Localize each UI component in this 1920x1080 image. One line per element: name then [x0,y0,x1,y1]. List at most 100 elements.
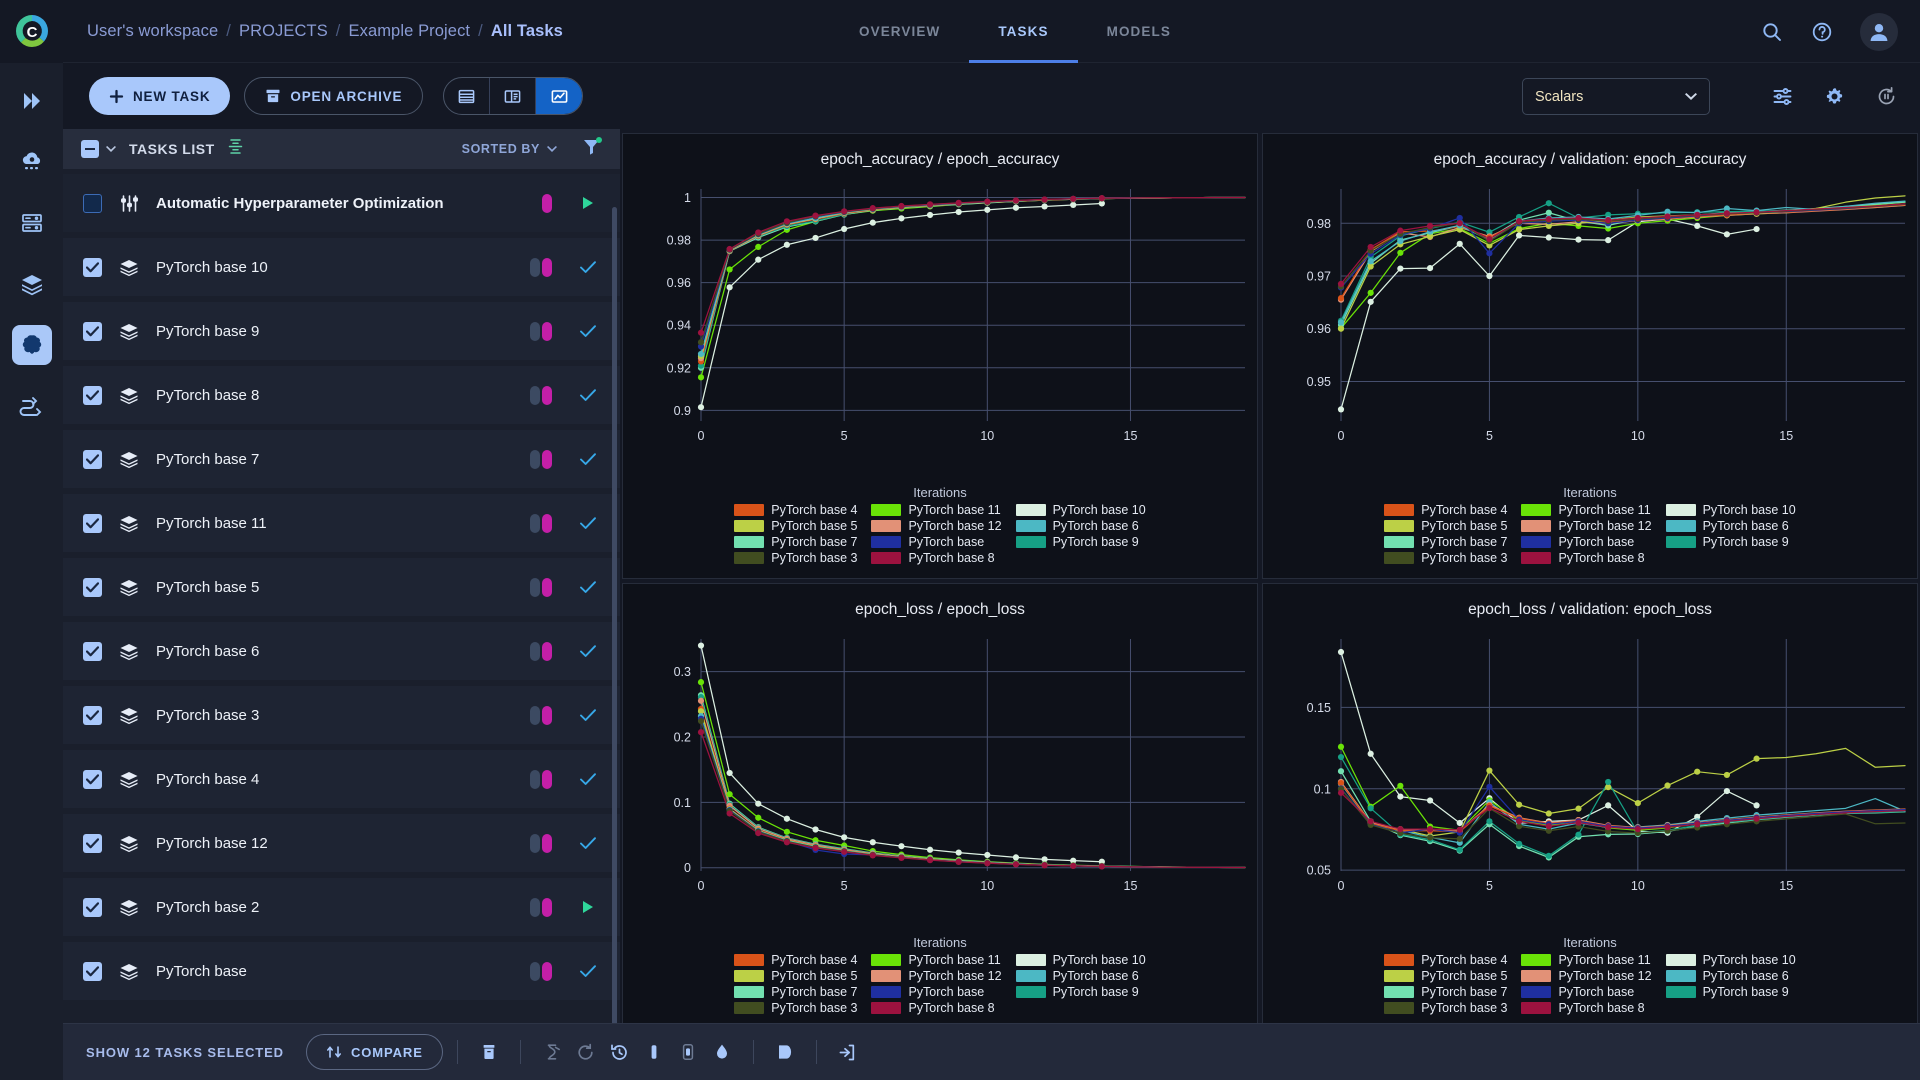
chart-panel-epoch-accuracy[interactable]: epoch_accuracy / epoch_accuracy 0.9 0.92 0… [622,133,1258,579]
column-settings-icon[interactable] [228,138,243,160]
enqueue-icon[interactable] [671,1043,705,1061]
legend-item[interactable]: PyTorch base 4 [734,503,857,517]
legend-item[interactable]: PyTorch base 6 [1015,969,1146,983]
legend-item[interactable]: PyTorch base 8 [871,1001,1001,1015]
tasks-list-scrollbar[interactable] [612,207,617,1023]
sliders-icon[interactable] [1770,85,1794,109]
breadcrumb-item-projects[interactable]: PROJECTS [239,22,328,41]
legend-item[interactable]: PyTorch base 12 [1521,519,1652,533]
plot-area[interactable]: 0.05 0.1 0.15 0 5 10 15 [1263,625,1917,910]
legend-items[interactable]: PyTorch base 4 PyTorch base 11 PyTorch bas… [734,953,1146,1015]
row-checkbox[interactable] [83,833,102,853]
new-task-button[interactable]: NEW TASK [89,77,231,115]
search-icon[interactable] [1760,20,1784,44]
scalars-select[interactable]: Scalars [1522,78,1710,115]
chart-panel-validation-loss[interactable]: epoch_loss / validation: epoch_loss 0.05… [1262,583,1918,1029]
table-row[interactable]: PyTorch base 7 [63,430,620,488]
breadcrumb-item-all-tasks[interactable]: All Tasks [491,22,563,41]
tab-tasks[interactable]: TASKS [969,0,1078,63]
legend-item[interactable]: PyTorch base 11 [871,953,1001,967]
export-icon[interactable] [831,1043,865,1062]
row-checkbox[interactable] [83,513,102,533]
filter-icon[interactable] [583,137,602,160]
legend-item[interactable]: PyTorch base 8 [1521,551,1651,565]
open-archive-button[interactable]: OPEN ARCHIVE [244,77,424,115]
tab-models[interactable]: MODELS [1078,0,1200,63]
avatar[interactable] [1860,12,1898,51]
legend-item[interactable]: PyTorch base 7 [1384,535,1507,549]
legend-item[interactable]: PyTorch base 9 [1665,535,1796,549]
compare-button[interactable]: COMPARE [305,1034,443,1070]
reset-icon[interactable] [569,1043,603,1062]
sidebar-item-models[interactable] [11,325,52,365]
legend-item[interactable]: PyTorch base 9 [1015,985,1146,999]
table-row[interactable]: PyTorch base 9 [63,302,620,360]
gear-icon[interactable] [1822,85,1846,109]
chart-panel-validation-accuracy[interactable]: epoch_accuracy / validation: epoch_accur… [1262,133,1918,579]
legend-item[interactable]: PyTorch base 11 [871,503,1001,517]
legend-item[interactable]: PyTorch base 10 [1665,503,1796,517]
table-row[interactable]: PyTorch base 4 [63,750,620,808]
legend-item[interactable]: PyTorch base 5 [1384,969,1507,983]
row-checkbox[interactable] [83,193,102,213]
row-checkbox[interactable] [83,257,102,277]
table-view-icon[interactable] [444,78,491,114]
sorted-by-button[interactable]: SORTED BY [462,142,557,156]
legend-items[interactable]: PyTorch base 4 PyTorch base 11 PyTorch bas… [1384,503,1796,565]
row-checkbox[interactable] [83,321,102,341]
table-row[interactable]: PyTorch base 5 [63,558,620,616]
rollback-icon[interactable] [603,1043,637,1062]
row-checkbox[interactable] [83,385,102,405]
chart-view-icon[interactable] [536,78,583,114]
row-checkbox[interactable] [83,705,102,725]
chart-panel-epoch-loss[interactable]: epoch_loss / epoch_loss 0 0.1 0.2 0.3 0 5 10 15… [622,583,1258,1029]
sidebar-item-pipelines[interactable] [12,81,52,121]
table-row[interactable]: PyTorch base 3 [63,686,620,744]
legend-items[interactable]: PyTorch base 4 PyTorch base 11 PyTorch bas… [734,503,1146,565]
legend-item[interactable]: PyTorch base 4 [1384,953,1507,967]
legend-item[interactable]: PyTorch base 12 [1521,969,1652,983]
plot-area[interactable]: 0.9 0.92 0.94 0.96 0.98 1 0 5 10 15 [623,175,1257,460]
row-checkbox[interactable] [83,449,102,469]
table-row[interactable]: PyTorch base 2 [63,878,620,936]
breadcrumb-item-example-project[interactable]: Example Project [348,22,470,41]
sidebar-item-datasets[interactable] [12,264,52,304]
clone-icon[interactable] [705,1043,739,1061]
breadcrumb-item-workspace[interactable]: User's workspace [87,22,218,41]
legend-item[interactable]: PyTorch base 7 [734,985,857,999]
details-view-icon[interactable] [490,78,537,114]
tasks-list-rows[interactable]: Automatic Hyperparameter Optimization Py… [63,169,620,1023]
legend-item[interactable]: PyTorch base 3 [1384,551,1507,565]
table-row[interactable]: PyTorch base 10 [63,238,620,296]
table-row[interactable]: PyTorch base 6 [63,622,620,680]
legend-items[interactable]: PyTorch base 4 PyTorch base 11 PyTorch bas… [1384,953,1796,1015]
legend-item[interactable]: PyTorch base 11 [1521,953,1651,967]
legend-item[interactable]: PyTorch base 3 [734,551,857,565]
legend-item[interactable]: PyTorch base [871,535,1001,549]
tab-overview[interactable]: OVERVIEW [830,0,969,63]
legend-item[interactable]: PyTorch base 6 [1665,519,1796,533]
legend-item[interactable]: PyTorch base 11 [1521,503,1651,517]
sidebar-item-autoscaler[interactable] [12,142,52,182]
legend-item[interactable]: PyTorch base 10 [1665,953,1796,967]
legend-item[interactable]: PyTorch base 8 [871,551,1001,565]
legend-item[interactable]: PyTorch base 5 [1384,519,1507,533]
legend-item[interactable]: PyTorch base 5 [734,969,857,983]
legend-item[interactable]: PyTorch base 4 [734,953,857,967]
legend-item[interactable]: PyTorch base [1521,535,1651,549]
row-checkbox[interactable] [83,769,102,789]
table-row[interactable]: PyTorch base 11 [63,494,620,552]
legend-item[interactable]: PyTorch base 10 [1015,953,1146,967]
table-row[interactable]: PyTorch base 12 [63,814,620,872]
refresh-pause-icon[interactable] [1874,85,1898,109]
legend-item[interactable]: PyTorch base 7 [734,535,857,549]
legend-item[interactable]: PyTorch base 5 [734,519,857,533]
legend-item[interactable]: PyTorch base 6 [1665,969,1796,983]
abort-icon[interactable] [535,1043,569,1061]
legend-item[interactable]: PyTorch base 9 [1665,985,1796,999]
clearml-logo-icon[interactable]: C [0,0,63,63]
chevron-down-icon[interactable] [106,140,116,158]
row-checkbox[interactable] [83,897,102,917]
legend-item[interactable]: PyTorch base 12 [871,969,1002,983]
legend-item[interactable]: PyTorch base 12 [871,519,1002,533]
